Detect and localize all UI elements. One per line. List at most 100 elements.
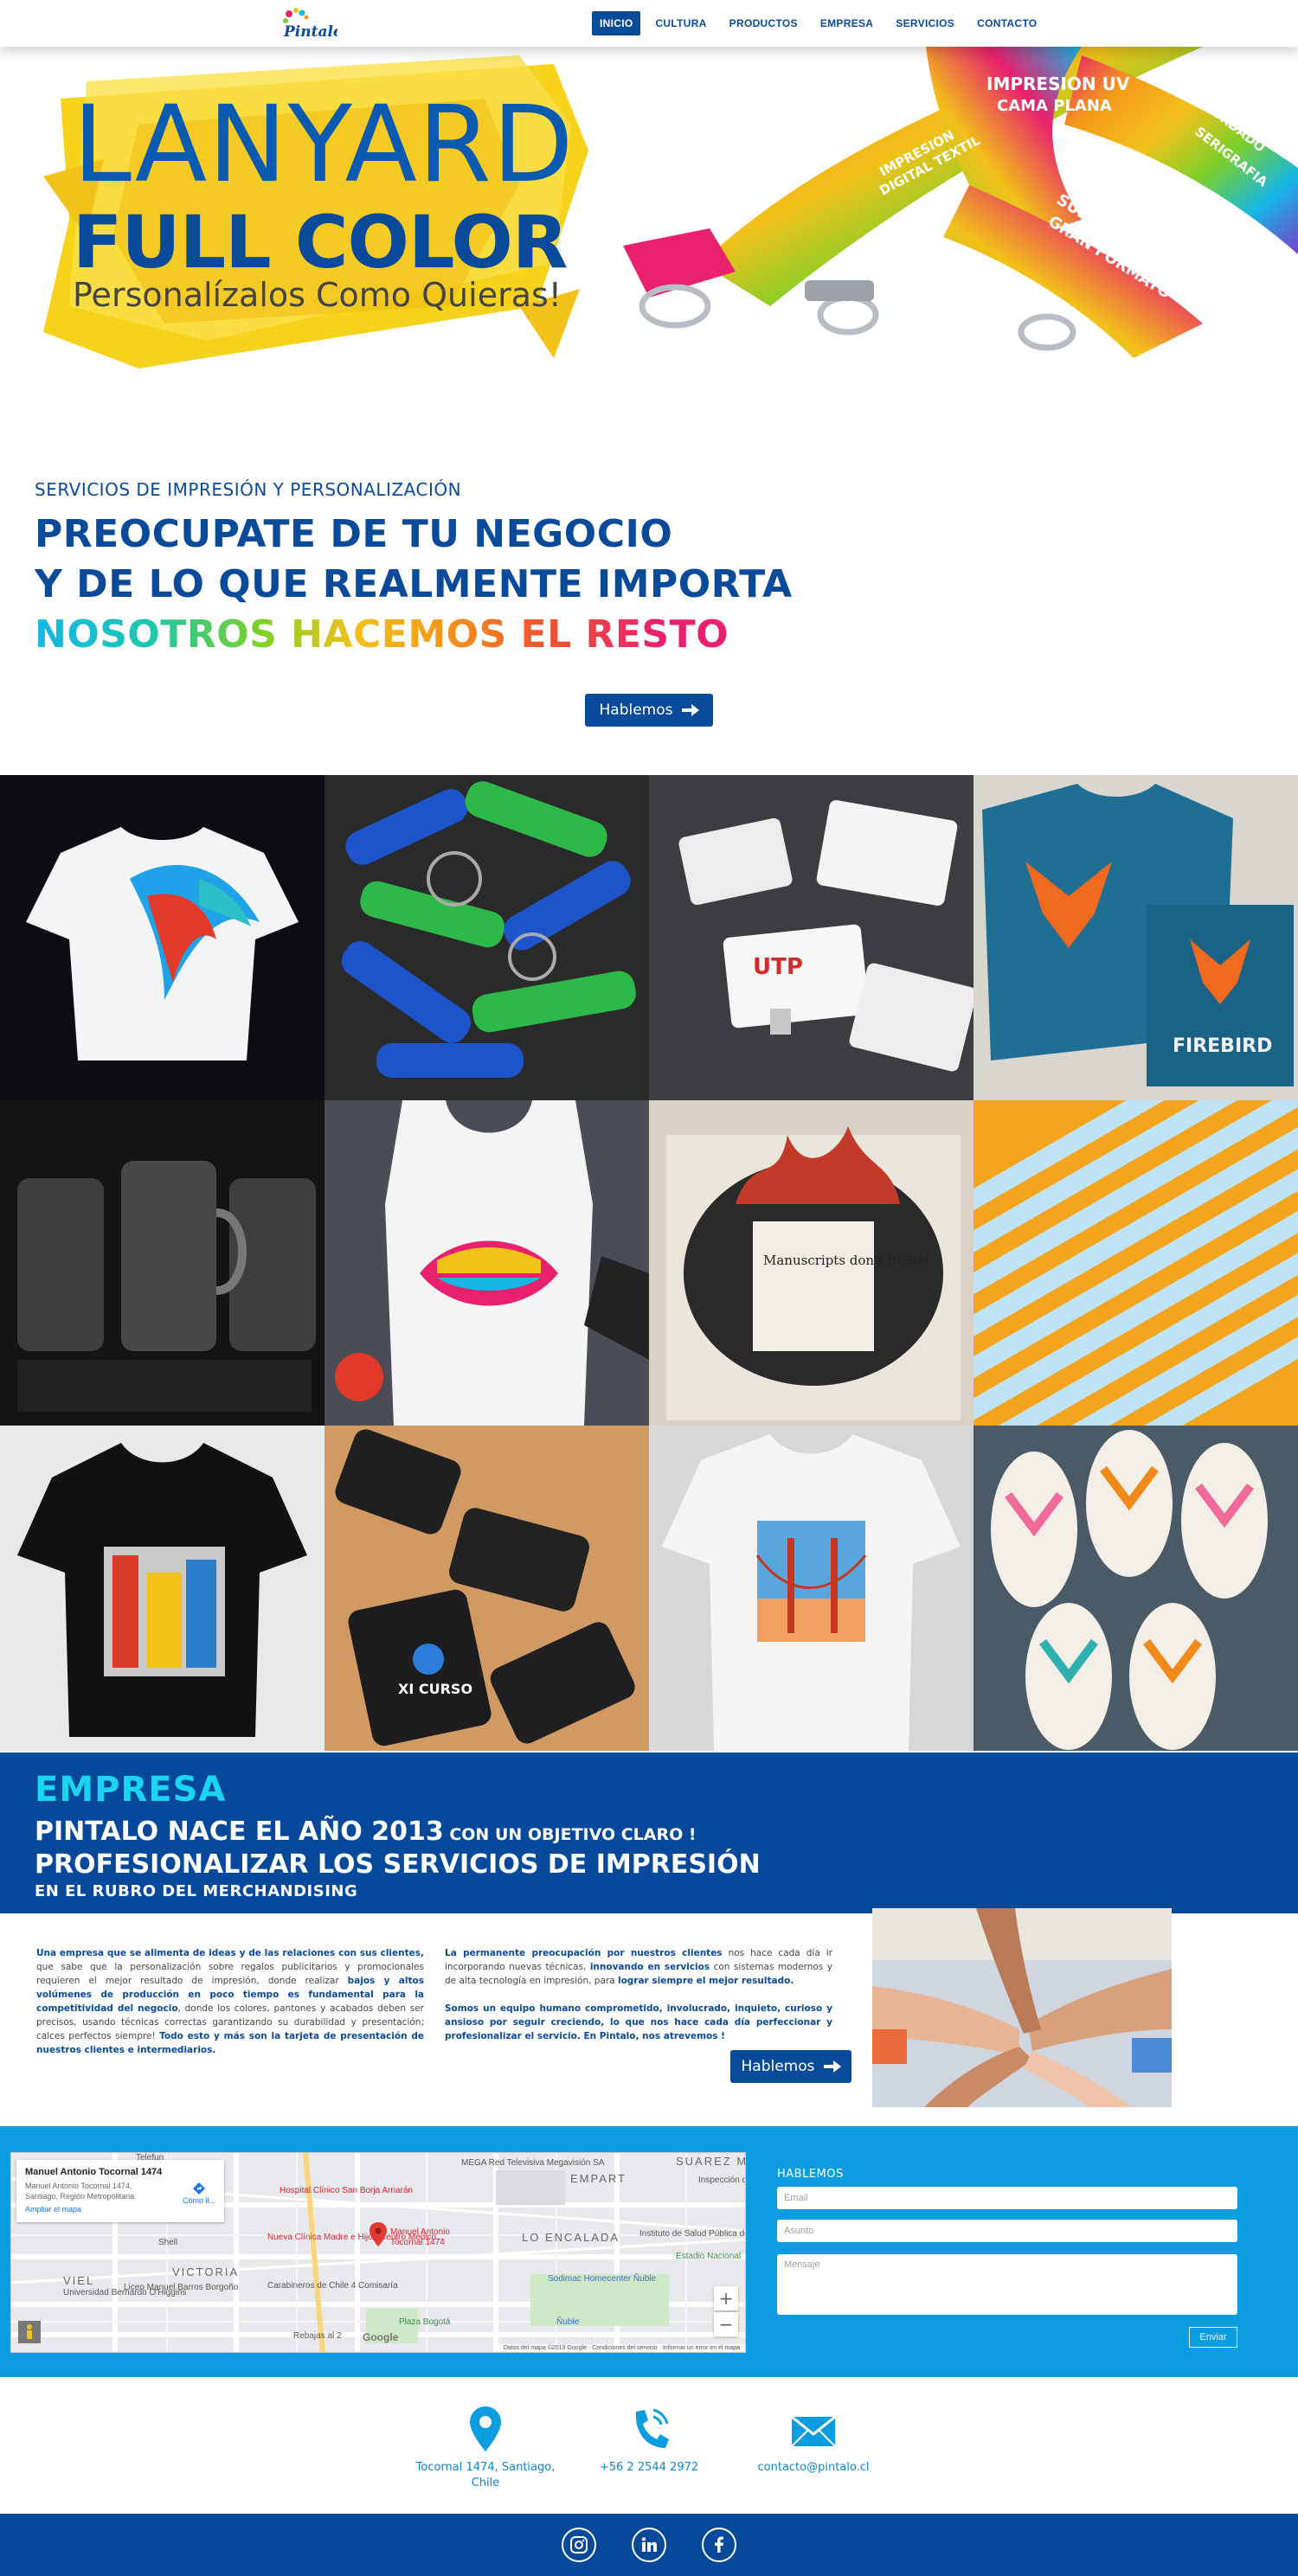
black-tshirt-city-image[interactable]: [0, 1426, 324, 1751]
nav-item-contacto[interactable]: CONTACTO: [969, 11, 1044, 35]
map-place-card: Manuel Antonio Tocornal 1474 Manuel Anto…: [16, 2160, 224, 2222]
nav-item-empresa[interactable]: EMPRESA: [813, 11, 881, 35]
map-label: LO ENCALADA: [522, 2231, 620, 2244]
email-field[interactable]: [777, 2187, 1237, 2209]
enlarge-map-link[interactable]: Ampliar el mapa: [25, 2205, 215, 2214]
hablemos-button-empresa[interactable]: Hablemos: [730, 2050, 851, 2083]
footer: [0, 2514, 1298, 2576]
map-label: Carabineros de Chile 4 Comisaría: [267, 2281, 398, 2291]
pegman-icon[interactable]: [18, 2321, 41, 2343]
bottle-opener-keychains-image[interactable]: [324, 775, 649, 1100]
empresa-text-column-2: La permanente preocupación por nuestros …: [445, 1946, 832, 2043]
map-label: Shell: [158, 2238, 178, 2247]
empresa-paragraph-1: Una empresa que se alimenta de ideas y d…: [36, 1946, 424, 2057]
usb-cards-image[interactable]: UTP: [649, 775, 974, 1100]
map-label: VICTORIA: [172, 2265, 240, 2278]
product-gallery: UTP FIREBIRD Manuscripts don't BURN XI C…: [0, 775, 1298, 1753]
nav-item-inicio[interactable]: INICIO: [592, 11, 641, 35]
zoom-in-button[interactable]: +: [714, 2286, 738, 2310]
services-kicker: SERVICIOS DE IMPRESIÓN Y PERSONALIZACIÓN: [35, 479, 462, 500]
tshirt-parrot-image[interactable]: [0, 775, 324, 1100]
phone-text[interactable]: +56 2 2544 2972: [597, 2460, 701, 2476]
headline-line-1: PREOCUPATE DE TU NEGOCIO: [35, 512, 673, 556]
nav-item-productos[interactable]: PRODUCTOS: [722, 11, 806, 35]
svg-text:Pintalo: Pintalo: [283, 23, 337, 41]
map-pin-label-line: Tocornal 1474: [390, 2238, 445, 2247]
pens-image[interactable]: [974, 1100, 1298, 1426]
arrow-right-icon: [823, 2060, 841, 2073]
usb-card-logo: UTP: [753, 954, 803, 980]
email-block: contacto@pintalo.cl: [748, 2406, 879, 2476]
empresa-heading: EMPRESA: [35, 1770, 227, 1810]
tote-bag-book-image[interactable]: Manuscripts don't BURN: [649, 1100, 974, 1426]
directions-icon: [192, 2182, 205, 2195]
text-run: Somos un equipo humano comprometido, inv…: [445, 2003, 832, 2041]
zoom-out-button[interactable]: −: [714, 2312, 738, 2336]
team-hands-image: [872, 1908, 1172, 2107]
envelope-icon: [792, 2415, 835, 2447]
map-label: Plaza Bogotá: [399, 2317, 451, 2327]
map-label: MEGA Red Televisiva Megavisión SA: [461, 2158, 605, 2168]
arrow-right-icon: [681, 704, 699, 716]
map-label: Instituto de Salud Pública de Chile: [639, 2229, 745, 2239]
hablemos-button-label: Hablemos: [741, 2058, 815, 2075]
firebird-shirt-bag-image[interactable]: FIREBIRD: [974, 775, 1298, 1100]
map-label: Sodimac Homecenter Ñuble: [548, 2274, 657, 2284]
map-place-title: Manuel Antonio Tocornal 1474: [25, 2167, 163, 2177]
glass-mugs-image[interactable]: [0, 1100, 324, 1426]
nav-menu: INICIO CULTURA PRODUCTOS EMPRESA SERVICI…: [592, 11, 1044, 35]
pintalo-logo[interactable]: Pintalo: [275, 5, 337, 42]
text-run: lograr siempre el mejor resultado.: [617, 1976, 794, 1986]
contact-section: SUAREZ MU EMPART LO ENCALADA VICTORIA VI…: [0, 2126, 1298, 2377]
address-block: Tocornal 1474, Santiago, Chile: [415, 2406, 556, 2491]
map-label: Inspección del Trabajo Sa...: [698, 2176, 745, 2185]
usb-leather-image[interactable]: XI CURSO: [324, 1426, 649, 1751]
linkedin-icon[interactable]: [632, 2528, 666, 2562]
empresa-paragraph-2: La permanente preocupación por nuestros …: [445, 1946, 832, 1988]
empresa-line-1-main: PINTALO NACE EL AÑO 2013: [35, 1817, 444, 1847]
empresa-line-1: PINTALO NACE EL AÑO 2013 CON UN OBJETIVO…: [35, 1817, 697, 1847]
phone-icon: [635, 2408, 669, 2448]
map-pin-icon[interactable]: [369, 2222, 387, 2246]
lanyards-image: IMPRESION UV CAMA PLANA IMPRESION DIGITA…: [623, 47, 1298, 358]
hablemos-button[interactable]: Hablemos: [585, 694, 713, 727]
phone-block: +56 2 2544 2972: [597, 2406, 701, 2476]
hablemos-button-label: Hablemos: [599, 702, 673, 719]
google-map[interactable]: SUAREZ MU EMPART LO ENCALADA VICTORIA VI…: [10, 2152, 746, 2353]
nav-item-servicios[interactable]: SERVICIOS: [888, 11, 962, 35]
firebird-print: FIREBIRD: [1173, 1035, 1272, 1057]
facebook-icon[interactable]: [702, 2528, 736, 2562]
message-field[interactable]: [777, 2254, 1237, 2315]
send-button[interactable]: Enviar: [1189, 2327, 1237, 2348]
empresa-line-1-small: CON UN OBJETIVO CLARO !: [443, 1825, 697, 1844]
map-label: Ñuble: [556, 2317, 580, 2327]
flipflop-openers-image[interactable]: [974, 1426, 1298, 1751]
empresa-line-2: PROFESIONALIZAR LOS SERVICIOS DE IMPRESI…: [35, 1849, 761, 1880]
contact-form-title: HABLEMOS: [777, 2168, 844, 2181]
address-text: Tocornal 1474, Santiago, Chile: [415, 2461, 556, 2489]
top-navbar: Pintalo INICIO CULTURA PRODUCTOS EMPRESA…: [0, 0, 1298, 47]
directions-link[interactable]: Cómo ll...: [183, 2182, 215, 2205]
tshirt-bridge-image[interactable]: [649, 1426, 974, 1751]
directions-label: Cómo ll...: [182, 2196, 215, 2205]
map-attribution: Datos del mapa ©2019 Google · Condicione…: [498, 2344, 745, 2352]
usb-leather-print: XI CURSO: [398, 1681, 472, 1697]
nav-item-cultura[interactable]: CULTURA: [647, 11, 714, 35]
text-run: innovando en servicios: [589, 1962, 710, 1972]
instagram-icon[interactable]: [562, 2528, 596, 2562]
hero-title-full-color: FULL COLOR: [73, 200, 569, 285]
tank-top-lips-image[interactable]: [324, 1100, 649, 1426]
lanyard-tag: IMPRESION UV: [986, 74, 1130, 94]
map-label: Hospital Clínico San Borja Arriarán: [280, 2186, 413, 2195]
map-label: SUAREZ MU: [676, 2155, 745, 2168]
empresa-line-3: EN EL RUBRO DEL MERCHANDISING: [35, 1882, 358, 1900]
map-pin-label-line: Manuel Antonio: [390, 2227, 450, 2237]
lanyard-tag: CAMA PLANA: [997, 97, 1112, 115]
hero-banner[interactable]: LANYARD FULL COLOR Personalízalos Como Q…: [0, 47, 1298, 368]
headline-line-3: NOSOTROS HACEMOS EL RESTO: [35, 612, 729, 657]
email-text[interactable]: contacto@pintalo.cl: [748, 2460, 879, 2476]
subject-field[interactable]: [777, 2220, 1237, 2242]
book-print: Manuscripts don't BURN: [763, 1253, 929, 1268]
map-label: Universidad Bernardo O'Higgins: [63, 2288, 187, 2297]
hero-subtitle: Personalízalos Como Quieras!: [73, 276, 562, 314]
